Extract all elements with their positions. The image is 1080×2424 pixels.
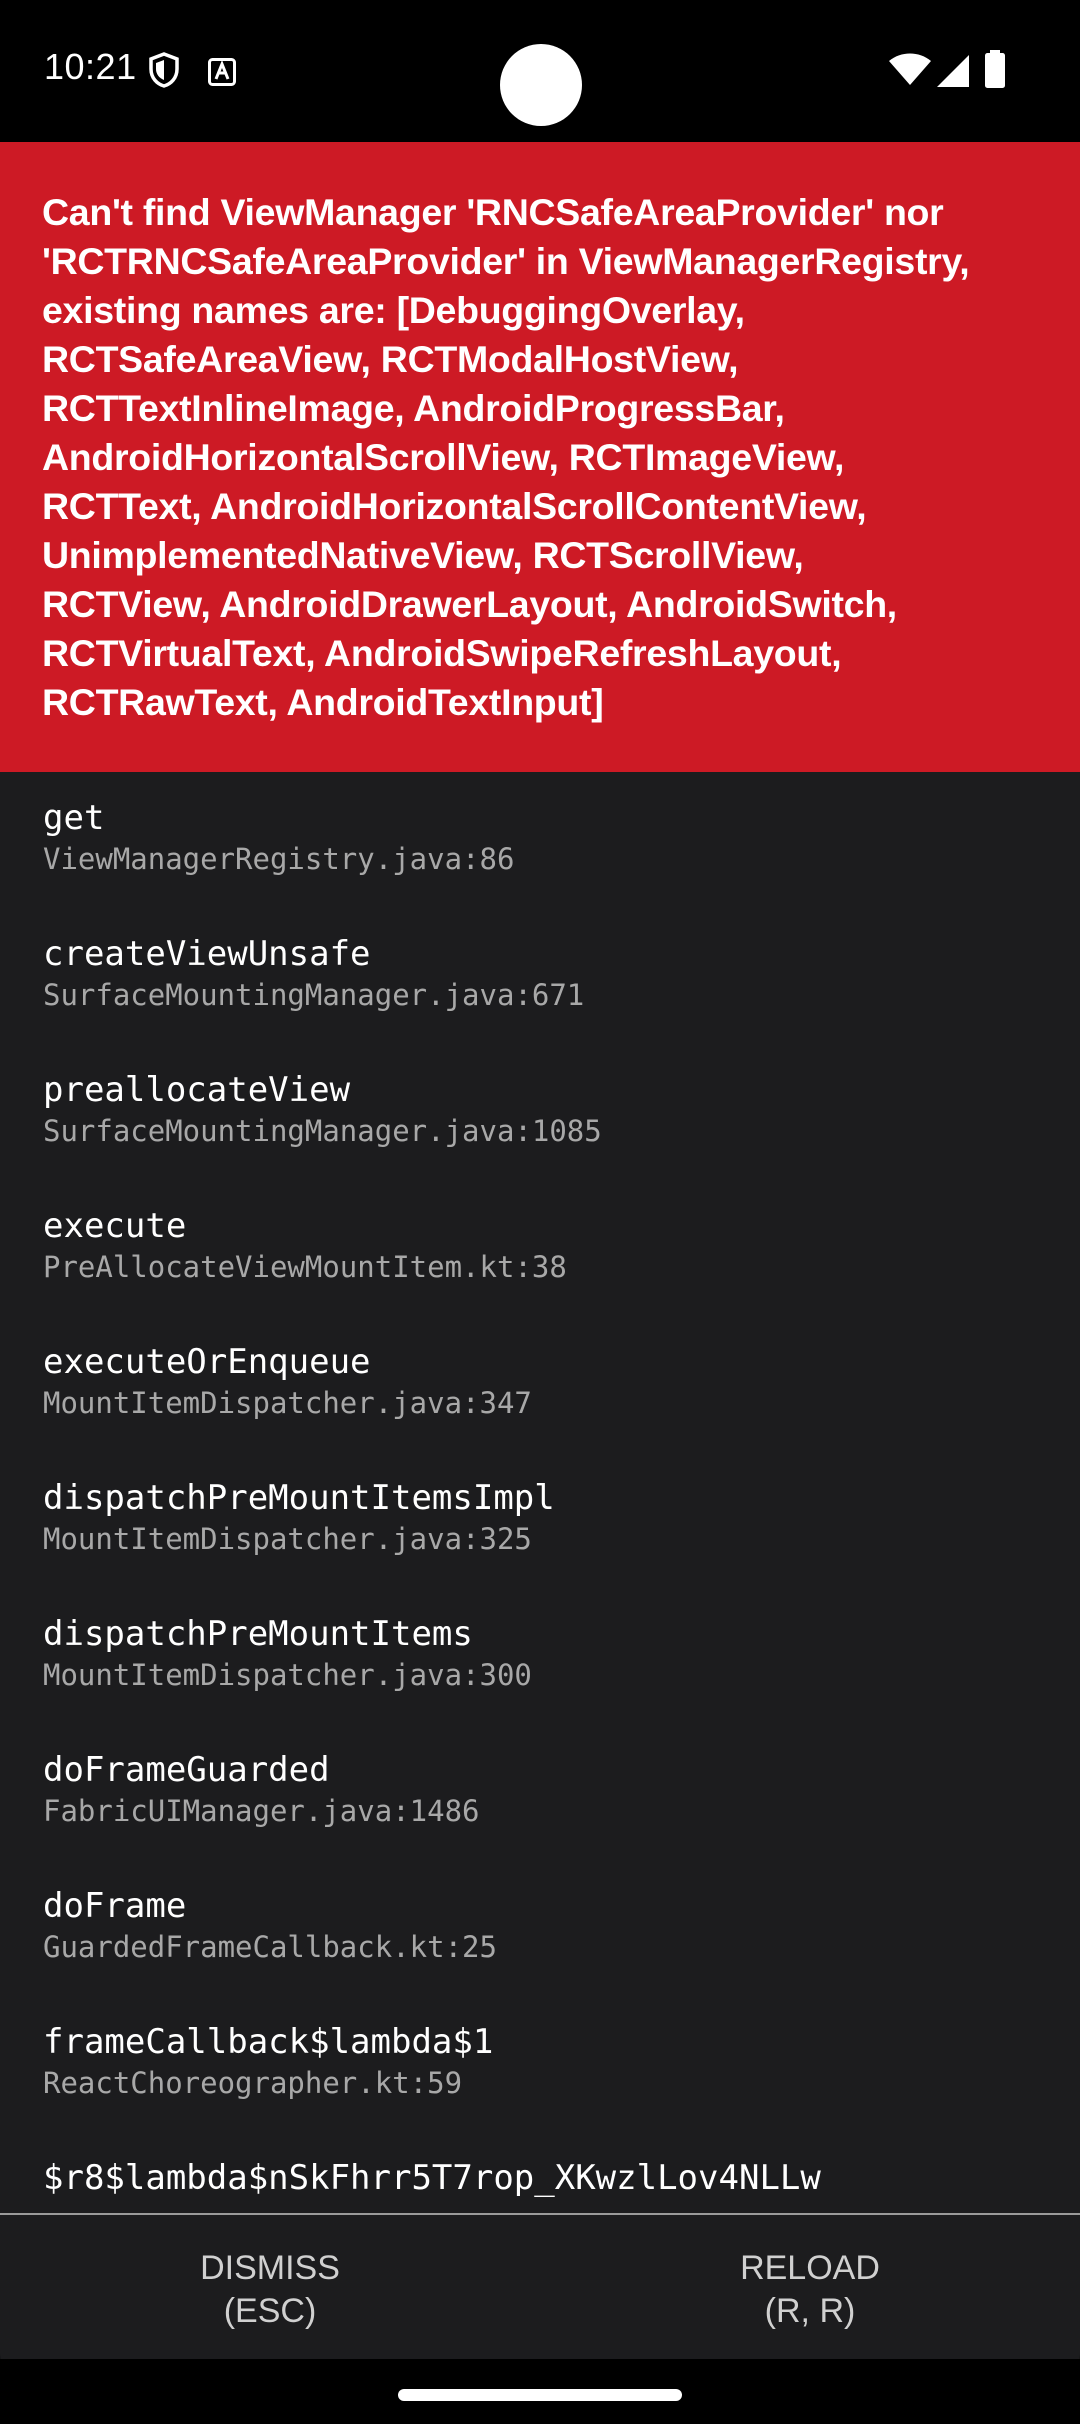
error-header: Can't find ViewManager 'RNCSafeAreaProvi… (0, 142, 1080, 772)
frame-file: FabricUIManager.java:1486 (43, 1794, 480, 1828)
stack-frame[interactable]: executeOrEnqueue MountItemDispatcher.jav… (43, 1340, 532, 1422)
stack-frame[interactable]: doFrame GuardedFrameCallback.kt:25 (43, 1884, 497, 1966)
stack-frame[interactable]: doFrameGuarded FabricUIManager.java:1486 (43, 1748, 480, 1830)
signal-icon (936, 54, 970, 93)
frame-method: execute (43, 1206, 187, 1246)
redbox-footer: DISMISS (ESC) RELOAD (R, R) (0, 2213, 1080, 2359)
frame-file: ViewManagerRegistry.java:86 (43, 842, 515, 876)
stack-frame[interactable]: get ViewManagerRegistry.java:86 (43, 796, 514, 878)
frame-method: dispatchPreMountItems (43, 1614, 473, 1654)
stack-frame[interactable]: dispatchPreMountItemsImpl MountItemDispa… (43, 1476, 555, 1558)
front-camera (500, 44, 582, 126)
shield-icon (148, 52, 180, 93)
frame-method: preallocateView (43, 1070, 351, 1110)
frame-file: GuardedFrameCallback.kt:25 (43, 1930, 497, 1964)
wifi-icon (888, 52, 932, 91)
dismiss-button[interactable]: DISMISS (ESC) (120, 2247, 420, 2333)
frame-method: $r8$lambda$nSkFhrr5T7rop_XKwzlLov4NLLw (43, 2158, 821, 2198)
stack-trace[interactable]: get ViewManagerRegistry.java:86 createVi… (0, 772, 1080, 2214)
reload-button[interactable]: RELOAD (R, R) (660, 2247, 960, 2333)
frame-method: frameCallback$lambda$1 (43, 2022, 494, 2062)
font-a-icon (208, 58, 236, 91)
frame-method: executeOrEnqueue (43, 1342, 371, 1382)
frame-method: createViewUnsafe (43, 934, 371, 974)
status-bar: 10:21 (0, 0, 1080, 142)
reload-shortcut: (R, R) (764, 2292, 856, 2330)
reload-label: RELOAD (740, 2249, 880, 2287)
dismiss-label: DISMISS (200, 2249, 340, 2287)
stack-frame[interactable]: frameCallback$lambda$1 ReactChoreographe… (43, 2020, 493, 2102)
stack-frame[interactable]: $r8$lambda$nSkFhrr5T7rop_XKwzlLov4NLLw (43, 2156, 821, 2200)
stack-frame[interactable]: createViewUnsafe SurfaceMountingManager.… (43, 932, 584, 1014)
frame-method: get (43, 798, 105, 838)
frame-file: MountItemDispatcher.java:347 (43, 1386, 532, 1420)
status-time: 10:21 (44, 46, 137, 87)
stack-frame[interactable]: execute PreAllocateViewMountItem.kt:38 (43, 1204, 567, 1286)
stack-frame[interactable]: dispatchPreMountItems MountItemDispatche… (43, 1612, 532, 1694)
frame-file: MountItemDispatcher.java:325 (43, 1522, 532, 1556)
phone-screen: 10:21 Can't find ViewManager 'RNCSafeAre… (0, 0, 1080, 2424)
error-message: Can't find ViewManager 'RNCSafeAreaProvi… (42, 191, 970, 723)
frame-file: PreAllocateViewMountItem.kt:38 (43, 1250, 567, 1284)
stack-frame[interactable]: preallocateView SurfaceMountingManager.j… (43, 1068, 602, 1150)
gesture-handle[interactable] (398, 2389, 682, 2401)
battery-icon (984, 50, 1006, 93)
frame-file: SurfaceMountingManager.java:671 (43, 978, 585, 1012)
dismiss-shortcut: (ESC) (223, 2292, 317, 2330)
frame-file: MountItemDispatcher.java:300 (43, 1658, 532, 1692)
frame-method: doFrameGuarded (43, 1750, 330, 1790)
frame-file: ReactChoreographer.kt:59 (43, 2066, 463, 2100)
frame-method: doFrame (43, 1886, 187, 1926)
frame-method: dispatchPreMountItemsImpl (43, 1478, 555, 1518)
frame-file: SurfaceMountingManager.java:1085 (43, 1114, 602, 1148)
